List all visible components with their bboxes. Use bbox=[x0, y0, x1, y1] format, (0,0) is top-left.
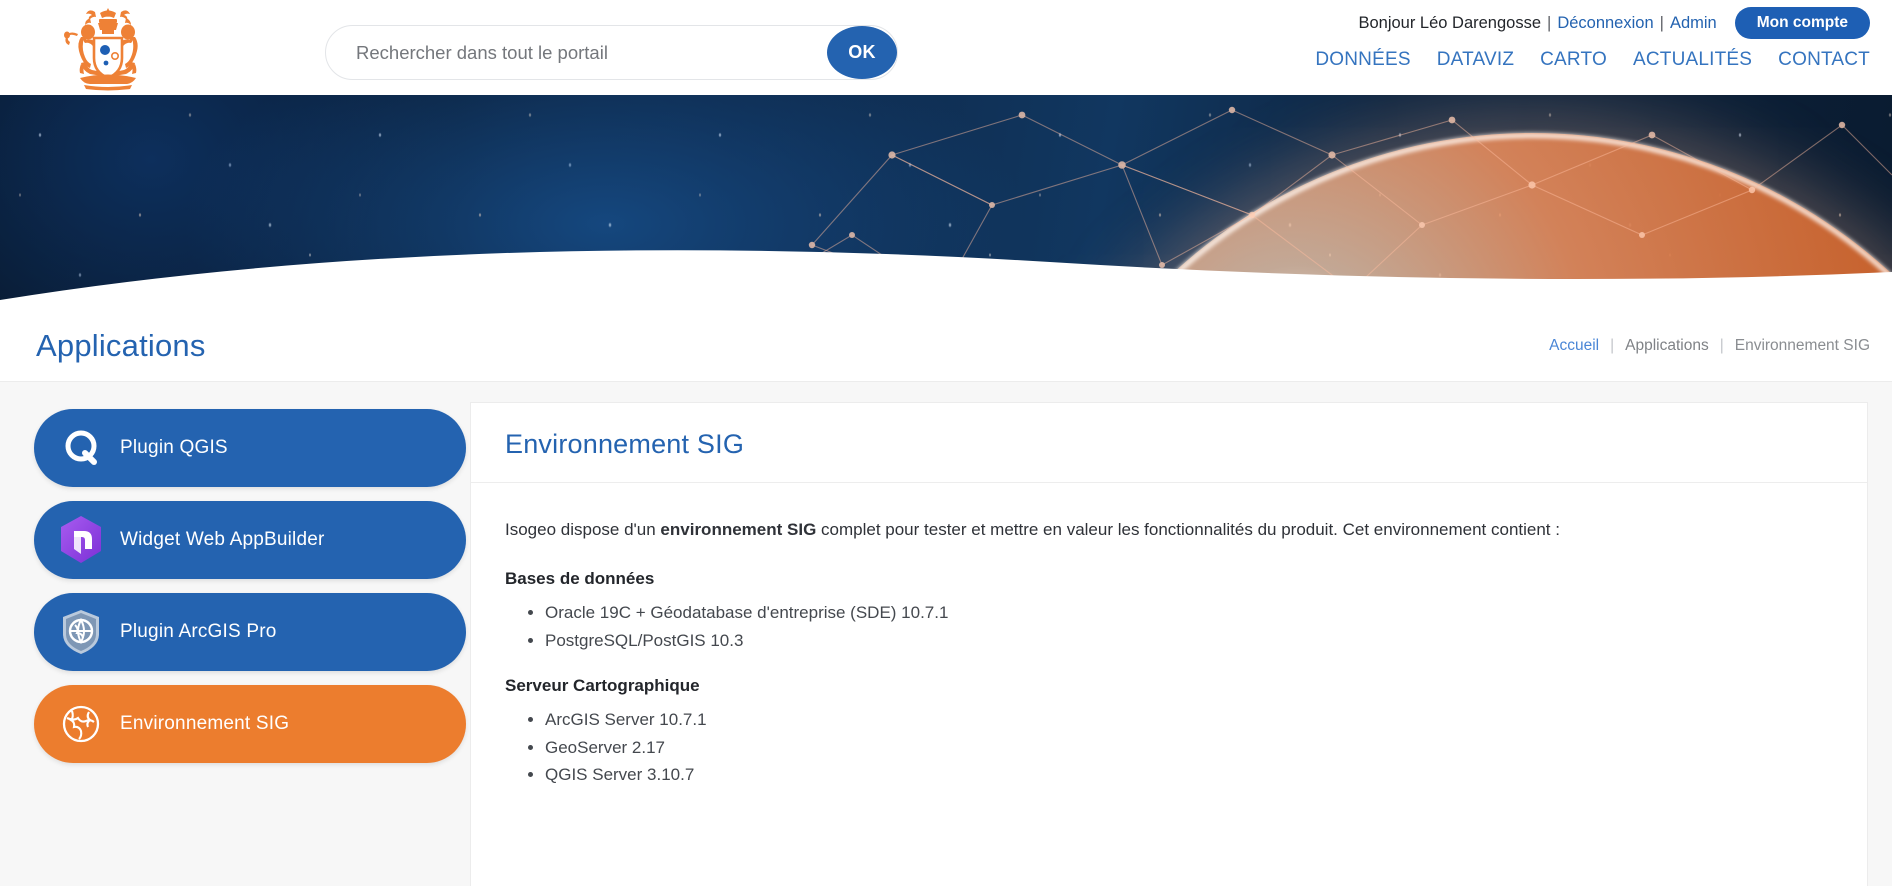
section-heading-map-server: Serveur Cartographique bbox=[505, 676, 700, 696]
sidebar-item-label: Widget Web AppBuilder bbox=[120, 529, 325, 550]
list-item: QGIS Server 3.10.7 bbox=[545, 761, 1833, 789]
sidebar-item-plugin-arcgis-pro[interactable]: Plugin ArcGIS Pro bbox=[34, 593, 466, 671]
arcgis-pro-icon bbox=[58, 609, 104, 655]
hero-bottom-wave bbox=[0, 250, 1892, 310]
nav-item-contact[interactable]: CONTACT bbox=[1778, 49, 1870, 71]
main-panel: Environnement SIG Isogeo dispose d'un en… bbox=[470, 402, 1868, 886]
applications-sidebar: Plugin QGIS Widget Web AppBuilder Plugin… bbox=[0, 402, 470, 777]
top-header: OK Bonjour Léo Darengosse | Déconnexion … bbox=[0, 0, 1892, 95]
breadcrumb: Accueil | Applications | Environnement S… bbox=[1549, 337, 1870, 355]
intro-paragraph: Isogeo dispose d'un environnement SIG co… bbox=[505, 517, 1833, 543]
admin-link[interactable]: Admin bbox=[1670, 14, 1717, 33]
sidebar-item-widget-web-appbuilder[interactable]: Widget Web AppBuilder bbox=[34, 501, 466, 579]
nav-item-carto[interactable]: CARTO bbox=[1540, 49, 1607, 71]
list-item: ArcGIS Server 10.7.1 bbox=[545, 706, 1833, 734]
list-item: Oracle 19C + Géodatabase d'entreprise (S… bbox=[545, 599, 1833, 627]
qgis-icon bbox=[58, 425, 104, 471]
list-item: PostgreSQL/PostGIS 10.3 bbox=[545, 627, 1833, 655]
greeting-text: Bonjour Léo Darengosse bbox=[1358, 13, 1542, 32]
account-separator-2: | bbox=[1659, 13, 1664, 32]
panel-title: Environnement SIG bbox=[505, 429, 745, 459]
intro-part-1: Isogeo dispose d'un bbox=[505, 520, 661, 539]
search-bar: OK bbox=[325, 25, 898, 80]
my-account-button[interactable]: Mon compte bbox=[1734, 7, 1870, 39]
intro-bold-term: environnement SIG bbox=[660, 520, 817, 539]
globe-icon bbox=[58, 701, 104, 747]
account-row: Bonjour Léo Darengosse | Déconnexion | A… bbox=[1315, 7, 1870, 39]
panel-body: Isogeo dispose d'un environnement SIG co… bbox=[471, 483, 1867, 831]
list-item: GeoServer 2.17 bbox=[545, 734, 1833, 762]
sidebar-item-environnement-sig[interactable]: Environnement SIG bbox=[34, 685, 466, 763]
sidebar-item-label: Plugin QGIS bbox=[120, 437, 228, 458]
page-title: Applications bbox=[36, 327, 206, 363]
intro-part-2: complet pour tester et mettre en valeur … bbox=[816, 520, 1560, 539]
nav-item-actualites[interactable]: ACTUALITÉS bbox=[1633, 49, 1752, 71]
hero-banner bbox=[0, 95, 1892, 310]
page-titlebar: Applications Accueil | Applications | En… bbox=[0, 310, 1892, 382]
nav-item-donnees[interactable]: DONNÉES bbox=[1315, 49, 1410, 71]
content-area: Plugin QGIS Widget Web AppBuilder Plugin… bbox=[0, 382, 1892, 886]
sidebar-item-label: Environnement SIG bbox=[120, 713, 290, 734]
sidebar-item-plugin-qgis[interactable]: Plugin QGIS bbox=[34, 409, 466, 487]
search-submit-button[interactable]: OK bbox=[827, 26, 897, 79]
map-server-list: ArcGIS Server 10.7.1 GeoServer 2.17 QGIS… bbox=[545, 706, 1833, 789]
account-zone: Bonjour Léo Darengosse | Déconnexion | A… bbox=[1315, 0, 1892, 71]
panel-header: Environnement SIG bbox=[471, 403, 1867, 483]
coat-of-arms-logo bbox=[63, 7, 138, 90]
logout-link[interactable]: Déconnexion bbox=[1557, 14, 1653, 33]
sidebar-item-label: Plugin ArcGIS Pro bbox=[120, 621, 277, 642]
breadcrumb-item-applications[interactable]: Applications bbox=[1625, 337, 1709, 355]
breadcrumb-separator-2: | bbox=[1719, 336, 1724, 354]
database-list: Oracle 19C + Géodatabase d'entreprise (S… bbox=[545, 599, 1833, 654]
site-logo[interactable] bbox=[0, 0, 215, 95]
breadcrumb-item-current: Environnement SIG bbox=[1734, 336, 1870, 354]
main-navigation: DONNÉES DATAVIZ CARTO ACTUALITÉS CONTACT bbox=[1315, 49, 1870, 71]
nav-item-dataviz[interactable]: DATAVIZ bbox=[1437, 49, 1514, 71]
section-heading-databases: Bases de données bbox=[505, 569, 655, 589]
breadcrumb-item-accueil[interactable]: Accueil bbox=[1549, 337, 1599, 355]
search-input[interactable] bbox=[325, 25, 898, 80]
breadcrumb-separator-1: | bbox=[1610, 336, 1615, 354]
webappbuilder-icon bbox=[58, 516, 104, 563]
account-separator-1: | bbox=[1547, 13, 1552, 32]
